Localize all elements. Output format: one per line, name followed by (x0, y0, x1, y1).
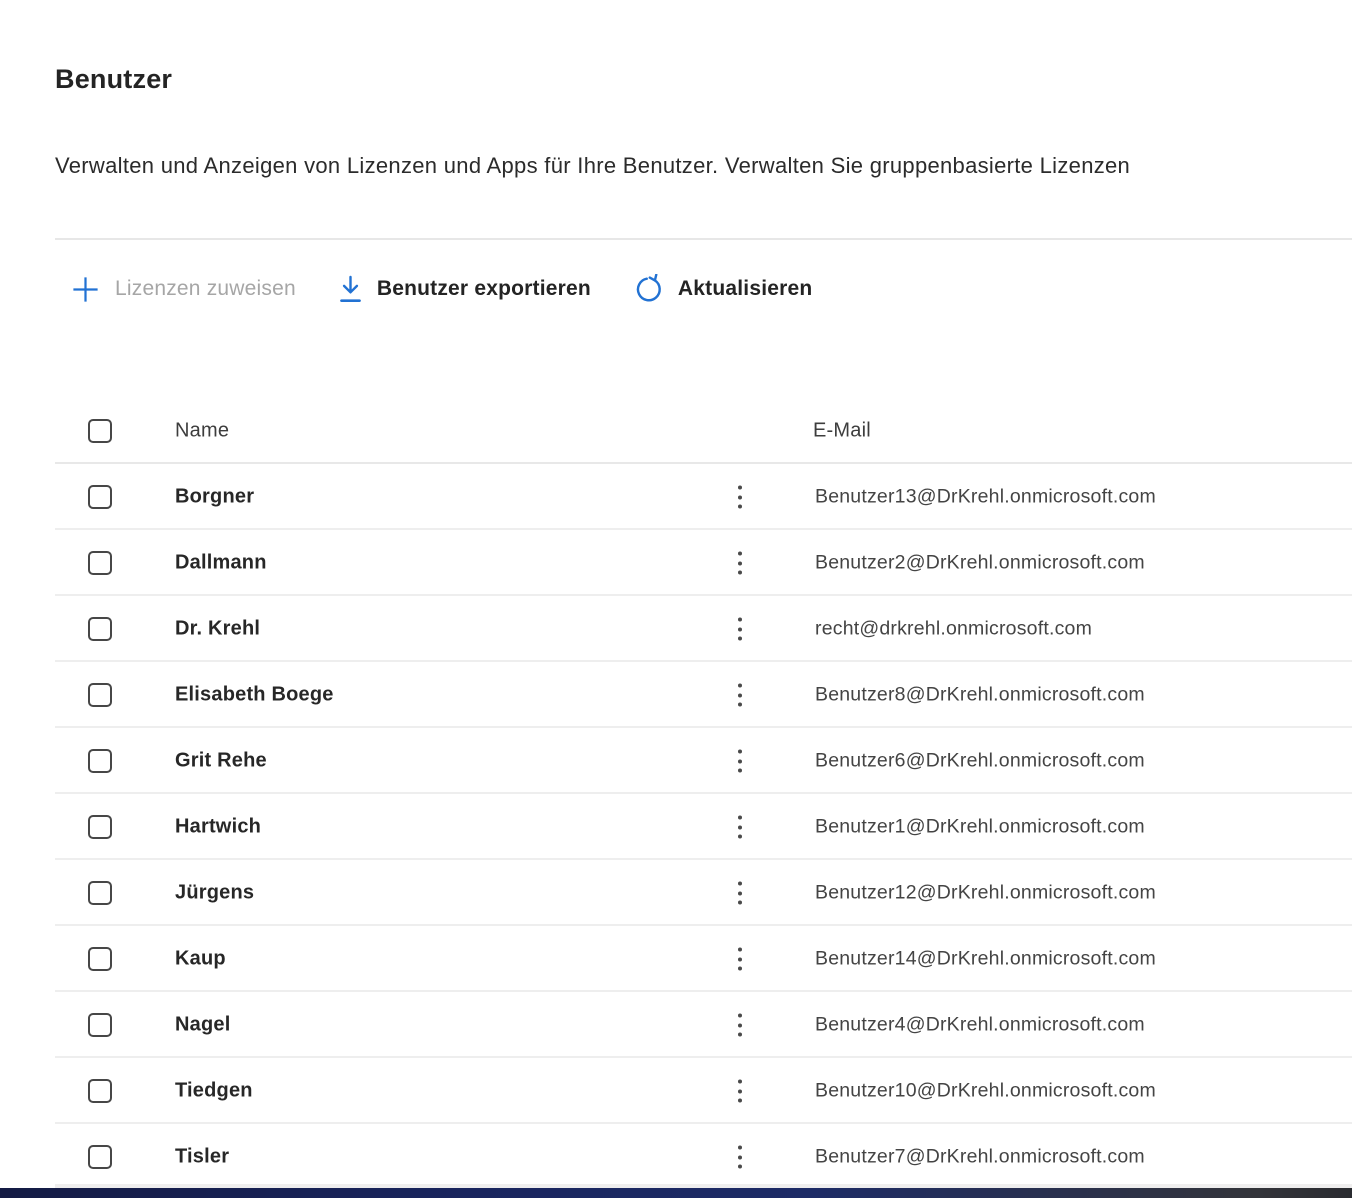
more-vertical-icon[interactable] (734, 1142, 746, 1173)
user-name-cell: Jürgens (175, 882, 254, 905)
user-email-cell: Benutzer13@DrKrehl.onmicrosoft.com (815, 486, 1156, 509)
select-all-checkbox[interactable] (88, 419, 112, 443)
user-name-cell: Tiedgen (175, 1080, 253, 1103)
plus-icon (70, 274, 101, 305)
command-bar: Lizenzen zuweisen Benutzer exportieren A… (70, 262, 854, 316)
refresh-label: Aktualisieren (678, 277, 813, 301)
user-email-cell: Benutzer1@DrKrehl.onmicrosoft.com (815, 816, 1145, 839)
user-name-cell: Dr. Krehl (175, 618, 260, 641)
more-vertical-icon[interactable] (734, 680, 746, 711)
table-header-row: Name E-Mail (0, 400, 1352, 462)
user-email-cell: Benutzer14@DrKrehl.onmicrosoft.com (815, 948, 1156, 971)
export-users-label: Benutzer exportieren (377, 277, 591, 301)
row-checkbox[interactable] (88, 485, 112, 509)
users-table-body: Borgner Benutzer13@DrKrehl.onmicrosoft.c… (0, 464, 1352, 1190)
row-checkbox[interactable] (88, 1145, 112, 1169)
column-header-name: Name (175, 420, 229, 443)
user-name-cell: Tisler (175, 1146, 229, 1169)
row-checkbox[interactable] (88, 815, 112, 839)
row-checkbox[interactable] (88, 947, 112, 971)
user-name-cell: Grit Rehe (175, 750, 267, 773)
table-row[interactable]: Nagel Benutzer4@DrKrehl.onmicrosoft.com (0, 992, 1352, 1058)
user-name-cell: Borgner (175, 486, 254, 509)
table-row[interactable]: Grit Rehe Benutzer6@DrKrehl.onmicrosoft.… (0, 728, 1352, 794)
user-name-cell: Dallmann (175, 552, 267, 575)
row-checkbox[interactable] (88, 1013, 112, 1037)
user-name-cell: Nagel (175, 1014, 230, 1037)
table-row[interactable]: Kaup Benutzer14@DrKrehl.onmicrosoft.com (0, 926, 1352, 992)
row-checkbox[interactable] (88, 683, 112, 707)
refresh-icon (633, 274, 664, 305)
user-name-cell: Hartwich (175, 816, 261, 839)
user-email-cell: Benutzer2@DrKrehl.onmicrosoft.com (815, 552, 1145, 575)
more-vertical-icon[interactable] (734, 1010, 746, 1041)
row-checkbox[interactable] (88, 1079, 112, 1103)
user-name-cell: Elisabeth Boege (175, 684, 334, 707)
user-email-cell: Benutzer12@DrKrehl.onmicrosoft.com (815, 882, 1156, 905)
more-vertical-icon[interactable] (734, 1076, 746, 1107)
user-email-cell: Benutzer4@DrKrehl.onmicrosoft.com (815, 1014, 1145, 1037)
user-name-cell: Kaup (175, 948, 226, 971)
user-email-cell: Benutzer7@DrKrehl.onmicrosoft.com (815, 1146, 1145, 1169)
arrow-download-icon (338, 274, 363, 305)
table-row[interactable]: Dr. Krehl recht@drkrehl.onmicrosoft.com (0, 596, 1352, 662)
column-header-email: E-Mail (813, 420, 871, 443)
row-checkbox[interactable] (88, 551, 112, 575)
more-vertical-icon[interactable] (734, 878, 746, 909)
more-vertical-icon[interactable] (734, 482, 746, 513)
page-description: Verwalten und Anzeigen von Lizenzen und … (55, 153, 1352, 179)
user-email-cell: Benutzer8@DrKrehl.onmicrosoft.com (815, 684, 1145, 707)
user-email-cell: Benutzer10@DrKrehl.onmicrosoft.com (815, 1080, 1156, 1103)
users-admin-page: Benutzer Verwalten und Anzeigen von Lize… (0, 0, 1352, 1198)
table-row[interactable]: Tisler Benutzer7@DrKrehl.onmicrosoft.com (0, 1124, 1352, 1190)
table-row[interactable]: Borgner Benutzer13@DrKrehl.onmicrosoft.c… (0, 464, 1352, 530)
divider (55, 238, 1352, 240)
more-vertical-icon[interactable] (734, 944, 746, 975)
refresh-button[interactable]: Aktualisieren (633, 274, 813, 305)
more-vertical-icon[interactable] (734, 746, 746, 777)
more-vertical-icon[interactable] (734, 548, 746, 579)
row-checkbox[interactable] (88, 881, 112, 905)
assign-licenses-button[interactable]: Lizenzen zuweisen (70, 274, 296, 305)
row-checkbox[interactable] (88, 617, 112, 641)
assign-licenses-label: Lizenzen zuweisen (115, 277, 296, 301)
table-row[interactable]: Tiedgen Benutzer10@DrKrehl.onmicrosoft.c… (0, 1058, 1352, 1124)
user-email-cell: Benutzer6@DrKrehl.onmicrosoft.com (815, 750, 1145, 773)
table-row[interactable]: Jürgens Benutzer12@DrKrehl.onmicrosoft.c… (0, 860, 1352, 926)
row-checkbox[interactable] (88, 749, 112, 773)
more-vertical-icon[interactable] (734, 812, 746, 843)
table-row[interactable]: Elisabeth Boege Benutzer8@DrKrehl.onmicr… (0, 662, 1352, 728)
page-title: Benutzer (55, 64, 172, 95)
table-row[interactable]: Dallmann Benutzer2@DrKrehl.onmicrosoft.c… (0, 530, 1352, 596)
user-email-cell: recht@drkrehl.onmicrosoft.com (815, 618, 1092, 641)
more-vertical-icon[interactable] (734, 614, 746, 645)
export-users-button[interactable]: Benutzer exportieren (338, 274, 591, 305)
table-row[interactable]: Hartwich Benutzer1@DrKrehl.onmicrosoft.c… (0, 794, 1352, 860)
bottom-bar (0, 1188, 1352, 1198)
